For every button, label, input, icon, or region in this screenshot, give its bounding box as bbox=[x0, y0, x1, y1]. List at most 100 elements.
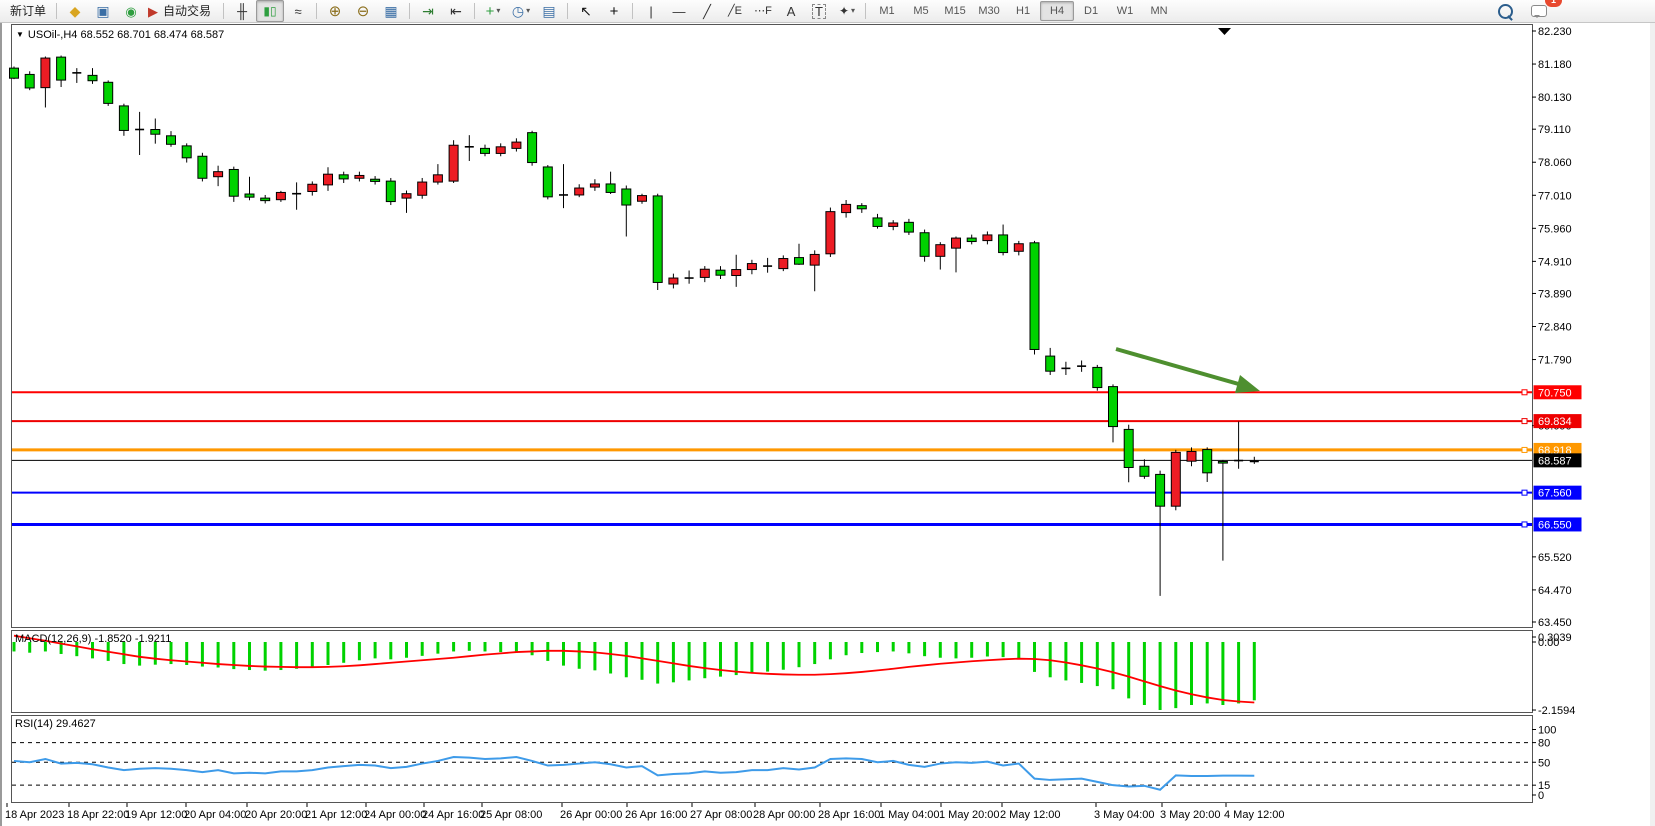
timeframe-button-MN[interactable]: MN bbox=[1142, 1, 1176, 21]
text-label-icon[interactable]: T bbox=[805, 0, 833, 22]
candle-body bbox=[276, 192, 285, 199]
candle-body bbox=[433, 175, 442, 182]
rsi-axis-label: 0 bbox=[1538, 790, 1544, 802]
gold-diamond-icon: ◆ bbox=[70, 4, 81, 18]
fibonacci-icon: ⋯F bbox=[754, 6, 772, 17]
price-axis-label: 65.520 bbox=[1538, 552, 1572, 564]
macd-pane[interactable] bbox=[12, 631, 1533, 713]
price-axis-label: 71.790 bbox=[1538, 355, 1572, 367]
data-window-icon[interactable]: ▣ bbox=[89, 0, 117, 22]
candle-body bbox=[261, 198, 270, 201]
tile-windows-icon[interactable]: ▦ bbox=[377, 0, 405, 22]
line-edge-handle[interactable] bbox=[1522, 447, 1527, 452]
trendline-icon[interactable]: ╱ bbox=[693, 0, 721, 22]
rsi-indicator-label: RSI(14) 29.4627 bbox=[15, 718, 96, 730]
scroll-to-end-icon[interactable]: ⇥ bbox=[414, 0, 442, 22]
candle-body bbox=[873, 218, 882, 226]
arrows-icon[interactable]: ✦▾ bbox=[833, 0, 861, 22]
chart-window[interactable]: 82.23081.18080.13079.11078.06077.01075.9… bbox=[0, 23, 1650, 826]
time-axis[interactable]: 18 Apr 202318 Apr 22:0019 Apr 12:0020 Ap… bbox=[5, 803, 1285, 821]
time-axis-label: 28 Apr 00:00 bbox=[753, 809, 815, 821]
chart-canvas[interactable]: 82.23081.18080.13079.11078.06077.01075.9… bbox=[2, 23, 1655, 826]
timeframe-button-H1[interactable]: H1 bbox=[1006, 1, 1040, 21]
data-window-icon: ▣ bbox=[96, 4, 109, 18]
search-icon bbox=[1498, 4, 1513, 19]
chevron-down-icon: ▾ bbox=[526, 7, 530, 15]
cursor-icon[interactable]: ↖ bbox=[572, 0, 600, 22]
candlestick-chart-icon[interactable]: ▮▯ bbox=[256, 0, 284, 22]
vertical-line-icon[interactable]: | bbox=[637, 0, 665, 22]
time-axis-label: 20 Apr 04:00 bbox=[184, 809, 246, 821]
candle-body bbox=[10, 68, 19, 78]
periods-icon[interactable]: ◷▾ bbox=[507, 0, 535, 22]
price-badge-label: 68.587 bbox=[1538, 455, 1572, 467]
scroll-to-end-icon: ⇥ bbox=[422, 4, 434, 18]
zoom-in-icon[interactable]: ⊕ bbox=[321, 0, 349, 22]
candle-body bbox=[1156, 474, 1165, 506]
price-axis-label: 74.910 bbox=[1538, 256, 1572, 268]
templates-icon[interactable]: ▤ bbox=[535, 0, 563, 22]
candle-body bbox=[653, 196, 662, 283]
candle-body bbox=[308, 184, 317, 191]
horizontal-line-icon[interactable]: — bbox=[665, 0, 693, 22]
candle-body bbox=[606, 184, 615, 192]
time-axis-label: 25 Apr 08:00 bbox=[480, 809, 542, 821]
candle-body bbox=[1140, 466, 1149, 476]
timeframe-button-D1[interactable]: D1 bbox=[1074, 1, 1108, 21]
chevron-down-icon: ▾ bbox=[496, 7, 500, 15]
timeframe-button-M5[interactable]: M5 bbox=[904, 1, 938, 21]
candle-body bbox=[1218, 462, 1227, 464]
candlestick-chart-icon: ▮▯ bbox=[263, 5, 276, 17]
main-pane[interactable] bbox=[12, 25, 1533, 628]
candle-body bbox=[700, 269, 709, 277]
timeframe-button-W1[interactable]: W1 bbox=[1108, 1, 1142, 21]
line-edge-handle[interactable] bbox=[1522, 490, 1527, 495]
macd-indicator-label: MACD(12,26,9) -1.8520 -1.9211 bbox=[15, 633, 171, 645]
toolbar-left-group: 新订单◆▣◉▶自动交易╫▮▯≈⊕⊖▦⇥⇤+▾◷▾▤↖+|—╱╱E⋯FAT✦▾ bbox=[4, 0, 870, 22]
candle-body bbox=[1014, 244, 1023, 252]
price-badge-label: 67.560 bbox=[1538, 488, 1572, 500]
time-axis-label: 19 Apr 12:00 bbox=[125, 809, 187, 821]
crosshair-icon[interactable]: + bbox=[600, 0, 628, 22]
price-axis[interactable]: 82.23081.18080.13079.11078.06077.01075.9… bbox=[1532, 26, 1572, 629]
bar-chart-icon[interactable]: ╫ bbox=[228, 0, 256, 22]
line-edge-handle[interactable] bbox=[1522, 419, 1527, 424]
periods-icon: ◷ bbox=[512, 4, 524, 18]
line-edge-handle[interactable] bbox=[1522, 522, 1527, 527]
candle-body bbox=[826, 212, 835, 254]
gold-diamond-icon[interactable]: ◆ bbox=[61, 0, 89, 22]
equidistant-channel-icon[interactable]: ╱E bbox=[721, 0, 749, 22]
timeframe-button-M1[interactable]: M1 bbox=[870, 1, 904, 21]
chart-shift-icon: ⇤ bbox=[450, 4, 462, 18]
new-order-button[interactable]: 新订单 bbox=[4, 0, 52, 22]
chart-shift-icon[interactable]: ⇤ bbox=[442, 0, 470, 22]
text-icon: A bbox=[787, 5, 796, 18]
timeframe-button-M30[interactable]: M30 bbox=[972, 1, 1006, 21]
candle-body bbox=[1093, 367, 1102, 387]
time-axis-label: 3 May 20:00 bbox=[1160, 809, 1221, 821]
line-edge-handle[interactable] bbox=[1522, 390, 1527, 395]
add-indicator-icon[interactable]: +▾ bbox=[479, 0, 507, 22]
templates-icon: ▤ bbox=[542, 4, 555, 18]
zoom-out-icon: ⊖ bbox=[357, 4, 370, 19]
rsi-pane[interactable] bbox=[12, 716, 1533, 803]
one-click-collapse-icon[interactable]: ▼ bbox=[16, 30, 24, 39]
search-button[interactable] bbox=[1491, 0, 1519, 22]
price-axis-label: 82.230 bbox=[1538, 26, 1572, 38]
price-badge-label: 69.834 bbox=[1538, 416, 1572, 428]
notifications-button[interactable]: 1 bbox=[1527, 0, 1555, 22]
time-axis-label: 18 Apr 2023 bbox=[5, 809, 64, 821]
timeframe-button-M15[interactable]: M15 bbox=[938, 1, 972, 21]
line-chart-icon[interactable]: ≈ bbox=[284, 0, 312, 22]
signals-icon[interactable]: ◉ bbox=[117, 0, 145, 22]
zoom-in-icon: ⊕ bbox=[329, 4, 342, 19]
price-axis-label: 72.840 bbox=[1538, 322, 1572, 334]
fibonacci-icon[interactable]: ⋯F bbox=[749, 0, 777, 22]
autotrading-button[interactable]: ▶自动交易 bbox=[145, 0, 219, 22]
zoom-out-icon[interactable]: ⊖ bbox=[349, 0, 377, 22]
text-icon[interactable]: A bbox=[777, 0, 805, 22]
candle-body bbox=[481, 148, 490, 153]
toolbar-separator bbox=[474, 3, 475, 19]
candle-body bbox=[936, 245, 945, 257]
timeframe-button-H4[interactable]: H4 bbox=[1040, 1, 1074, 21]
